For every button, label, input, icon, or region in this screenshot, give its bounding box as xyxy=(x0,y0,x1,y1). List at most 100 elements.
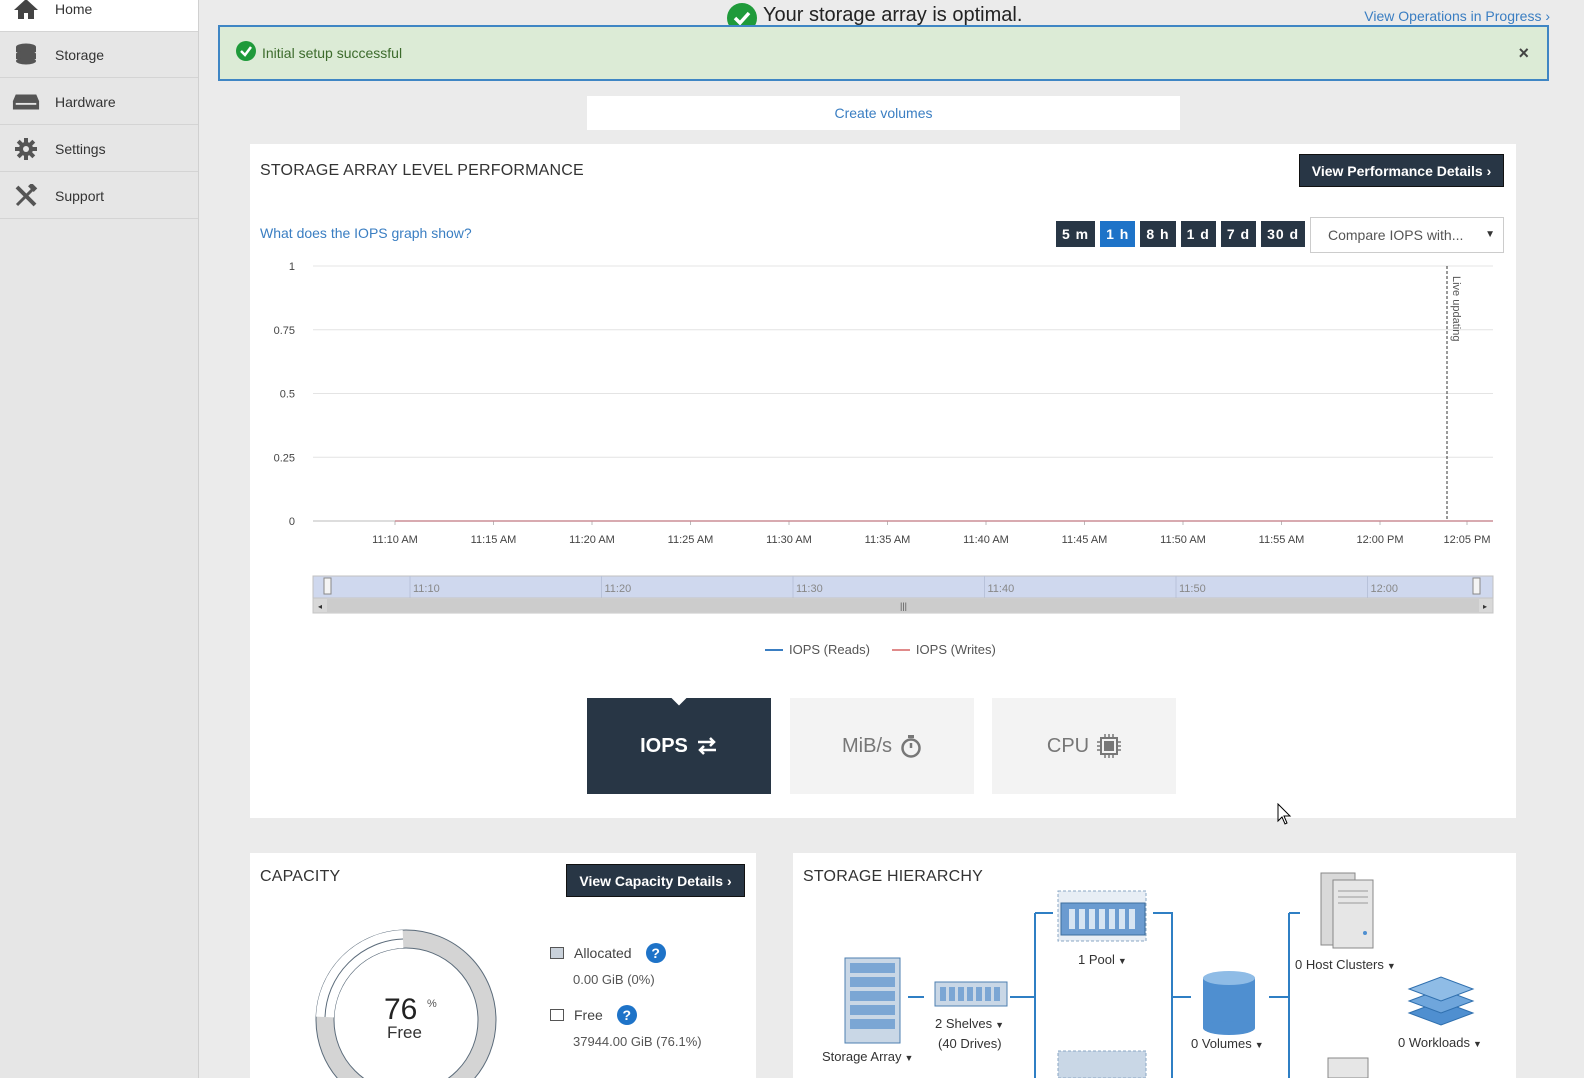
x-tick-label: 11:25 AM xyxy=(668,534,714,546)
x-tick-label: 11:10 AM xyxy=(372,534,418,546)
sidebar-item-support[interactable]: Support xyxy=(0,173,198,219)
iops-chart: 0 0.25 0.5 0.75 1 11:10 AM 11:15 AM 11:20 AM 11:… xyxy=(274,261,1494,614)
pool-dropdown[interactable]: 1 Pool ▼ xyxy=(1078,952,1127,967)
percent-sign: % xyxy=(427,998,437,1010)
sidebar-item-label: Settings xyxy=(55,140,106,157)
capacity-panel: CAPACITY View Capacity Details › 76 % Fr… xyxy=(250,853,756,1078)
y-tick-label: 1 xyxy=(289,261,295,273)
navigator-tick-label: 11:20 xyxy=(605,583,632,595)
legend-label: IOPS (Reads) xyxy=(789,642,870,657)
range-30d-button[interactable]: 30 d xyxy=(1261,221,1306,247)
range-1h-button[interactable]: 1 h xyxy=(1100,221,1136,247)
storage-array-dropdown[interactable]: Storage Array ▼ xyxy=(822,1049,913,1064)
sidebar-item-label: Hardware xyxy=(55,93,116,110)
volumes-icon xyxy=(1203,971,1255,1035)
drives-count: (40 Drives) xyxy=(938,1036,1002,1051)
y-tick-label: 0 xyxy=(289,516,295,528)
banner-message: Initial setup successful xyxy=(262,45,403,61)
free-swatch xyxy=(550,1009,564,1021)
mouse-cursor-icon xyxy=(1277,803,1292,825)
cpu-metric-button[interactable]: CPU xyxy=(992,698,1176,794)
allocated-value: 0.00 GiB (0%) xyxy=(573,972,655,987)
navigator xyxy=(312,575,1494,599)
sidebar: Home Storage Hardware Settings Support xyxy=(0,0,199,1078)
volumes-dropdown[interactable]: 0 Volumes ▼ xyxy=(1191,1036,1264,1051)
iops-metric-button[interactable]: IOPS xyxy=(587,688,771,794)
range-1d-button[interactable]: 1 d xyxy=(1180,221,1216,247)
navigator-handle-left xyxy=(323,577,332,595)
iops-help-link[interactable]: What does the IOPS graph show? xyxy=(260,225,472,241)
y-tick-label: 0.25 xyxy=(274,452,295,464)
storage-array-label: Storage Array xyxy=(822,1049,902,1064)
caret-down-icon: ▼ xyxy=(1386,961,1396,971)
legend-swatch xyxy=(891,648,910,651)
caret-down-icon: ▼ xyxy=(904,1053,914,1063)
view-capacity-details-button[interactable]: View Capacity Details › xyxy=(566,864,745,897)
view-performance-details-button[interactable]: View Performance Details › xyxy=(1299,154,1504,187)
sidebar-item-label: Storage xyxy=(55,46,105,63)
success-banner: Initial setup successful × xyxy=(218,25,1549,81)
free-help-icon[interactable]: ? xyxy=(616,1005,637,1025)
view-operations-link[interactable]: View Operations in Progress › xyxy=(1364,8,1550,24)
compare-select-value: Compare IOPS with... xyxy=(1328,227,1464,243)
free-value: 37944.00 GiB (76.1%) xyxy=(573,1034,702,1049)
free-percent-value: 76 xyxy=(384,993,418,1026)
shelves-icon xyxy=(934,981,1008,1007)
allocated-label: Allocated xyxy=(574,945,632,961)
navigator-tick-label: 11:10 xyxy=(413,583,440,595)
free-legend: Free ? xyxy=(550,1005,637,1025)
capacity-title: CAPACITY xyxy=(260,868,341,885)
legend-writes[interactable]: IOPS (Writes) xyxy=(891,642,996,657)
support-icon xyxy=(12,183,40,208)
caret-down-icon: ▼ xyxy=(995,1020,1005,1030)
success-check-icon xyxy=(236,40,256,66)
x-tick-label: 11:35 AM xyxy=(865,534,911,546)
sidebar-item-storage[interactable]: Storage xyxy=(0,32,198,78)
x-tick-label: 12:00 PM xyxy=(1356,534,1403,546)
x-tick-label: 11:20 AM xyxy=(569,534,615,546)
chart-legend: IOPS (Reads) IOPS (Writes) xyxy=(765,642,996,657)
selected-pointer xyxy=(670,688,688,706)
pool-icon xyxy=(1057,890,1147,942)
compare-iops-select[interactable]: Compare IOPS with... ▼ xyxy=(1310,217,1504,253)
status-text: Your storage array is optimal. xyxy=(763,3,1023,26)
navigator-handle-right xyxy=(1472,577,1481,595)
pool-label: 1 Pool xyxy=(1078,952,1115,967)
x-tick-label: 11:55 AM xyxy=(1259,534,1305,546)
range-8h-button[interactable]: 8 h xyxy=(1140,221,1176,247)
y-tick-label: 0.5 xyxy=(280,389,295,401)
sidebar-item-hardware[interactable]: Hardware xyxy=(0,79,198,125)
sidebar-item-home[interactable]: Home xyxy=(0,0,198,32)
hardware-icon xyxy=(12,90,40,114)
caret-down-icon: ▼ xyxy=(1473,1039,1482,1049)
caret-down-icon: ▼ xyxy=(1254,1040,1264,1050)
close-icon[interactable]: × xyxy=(1518,43,1529,64)
host-clusters-dropdown[interactable]: 0 Host Clusters ▼ xyxy=(1295,957,1396,972)
create-volumes-link[interactable]: Create volumes xyxy=(587,96,1180,130)
scroll-right-arrow: ▸ xyxy=(1483,602,1487,611)
metric-label: CPU xyxy=(1046,734,1090,757)
mibs-metric-button[interactable]: MiB/s xyxy=(790,698,974,794)
volumes-label: 0 Volumes xyxy=(1191,1036,1252,1051)
host-clusters-label: 0 Host Clusters xyxy=(1295,957,1384,972)
legend-reads[interactable]: IOPS (Reads) xyxy=(765,642,870,657)
chevron-down-icon: ▼ xyxy=(1485,229,1495,240)
allocated-swatch xyxy=(550,947,564,959)
caret-down-icon: ▼ xyxy=(1117,956,1127,966)
allocated-help-icon[interactable]: ? xyxy=(645,943,666,963)
shelves-dropdown[interactable]: 2 Shelves ▼ xyxy=(935,1016,1004,1031)
shelves-label: 2 Shelves xyxy=(935,1016,993,1031)
scroll-left-arrow: ◂ xyxy=(318,602,322,611)
workloads-dropdown[interactable]: 0 Workloads ▼ xyxy=(1398,1035,1482,1050)
sidebar-item-settings[interactable]: Settings xyxy=(0,126,198,172)
range-7d-button[interactable]: 7 d xyxy=(1220,221,1257,247)
x-tick-label: 11:40 AM xyxy=(963,534,1009,546)
sidebar-item-label: Home xyxy=(55,0,93,17)
range-5m-button[interactable]: 5 m xyxy=(1056,221,1096,247)
workloads-label: 0 Workloads xyxy=(1398,1035,1471,1050)
scroll-grip: ||| xyxy=(900,601,907,611)
performance-panel: STORAGE ARRAY LEVEL PERFORMANCE View Per… xyxy=(250,144,1516,818)
navigator-tick-label: 11:30 xyxy=(796,583,823,595)
y-tick-label: 0.75 xyxy=(274,325,295,337)
home-icon xyxy=(12,0,40,21)
